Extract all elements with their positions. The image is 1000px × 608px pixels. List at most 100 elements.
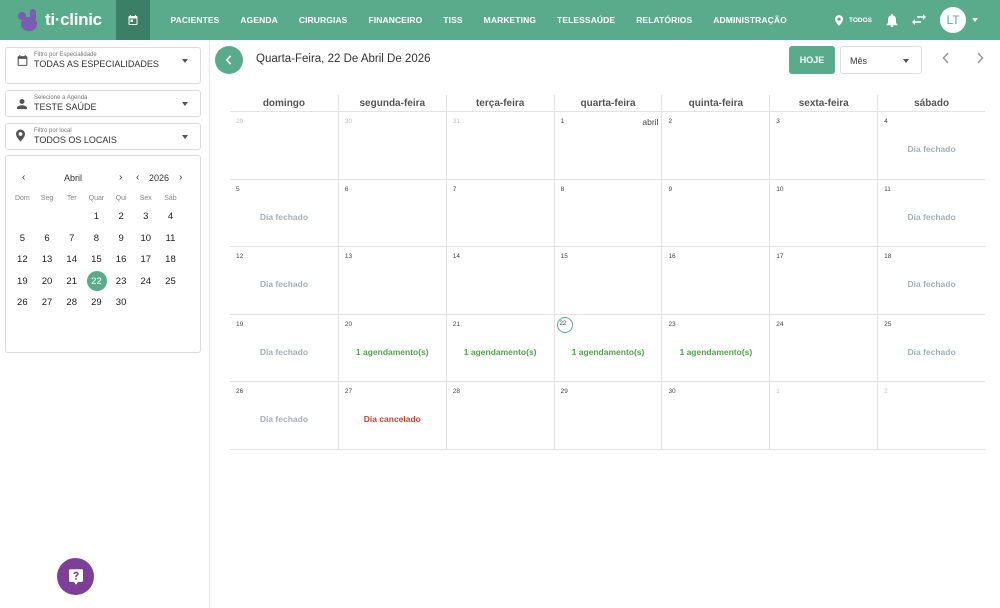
nav-agenda[interactable]: AGENDA [230,15,288,25]
mini-calendar-day[interactable]: 1 [84,206,109,228]
mini-calendar-day[interactable]: 23 [109,271,134,293]
calendar-day-cell[interactable]: 26 Dia fechado [230,382,338,450]
calendar-day-cell[interactable]: 7 [445,179,554,248]
calendar-day-cell[interactable]: 2 [661,112,770,180]
calendar-day-cell[interactable]: 14 [445,247,554,315]
calendar-day-cell[interactable]: 4 Dia fechado [877,112,986,180]
nav-pacientes[interactable]: PACIENTES [160,15,230,25]
user-avatar[interactable]: LT [940,7,966,33]
calendar-day-cell[interactable]: 30 [661,382,770,450]
calendar-day-cell[interactable]: 12 Dia fechado [230,247,338,315]
specialty-filter[interactable]: Filtro por Especialidade TODAS AS ESPECI… [5,47,201,84]
view-mode-select[interactable]: Mês [840,46,922,74]
location-filter[interactable]: TODOS [835,14,872,26]
mini-calendar-day[interactable]: 21 [59,271,84,293]
notifications-button[interactable] [886,13,898,27]
mini-calendar-day[interactable]: 15 [84,249,109,271]
calendar-day-cell[interactable]: 31 [445,112,554,180]
calendar-day-cell[interactable]: 16 [661,247,770,315]
mini-calendar-day[interactable]: 12 [10,249,35,271]
mini-calendar-year[interactable]: 2026 [149,172,169,184]
calendar-day-cell[interactable]: 6 [337,179,446,248]
calendar-day-cell[interactable]: 18 Dia fechado [877,247,986,315]
mini-calendar-day[interactable]: 7 [59,228,84,250]
calendar-day-cell[interactable]: 1 abril [553,112,662,180]
calendar-day-cell[interactable]: 21 1 agendamento(s) [445,314,554,383]
calendar-day-cell[interactable]: 27 Dia cancelado [337,382,446,450]
calendar-day-cell[interactable]: 13 [337,247,446,315]
back-button[interactable] [215,46,243,74]
calendar-day-cell[interactable]: 17 [769,247,878,315]
mini-calendar-day[interactable]: 13 [35,249,60,271]
nav-marketing[interactable]: MARKETING [473,15,546,25]
next-year-icon[interactable]: › [179,172,182,184]
calendar-day-cell[interactable]: 23 1 agendamento(s) [661,314,770,383]
switch-clinic-button[interactable] [912,14,926,26]
mini-calendar-day[interactable]: 19 [10,271,35,293]
appointment-count[interactable]: 1 agendamento(s) [662,347,769,357]
mini-calendar-day[interactable]: 9 [109,228,134,250]
next-month-icon[interactable]: › [119,172,122,184]
nav-cirurgias[interactable]: CIRURGIAS [288,15,358,25]
calendar-day-cell[interactable]: 8 [553,179,662,248]
prev-period-icon[interactable] [942,52,950,67]
mini-calendar-day[interactable]: 4 [158,206,183,228]
user-menu-caret-icon[interactable] [972,18,978,22]
mini-calendar-day[interactable]: 18 [158,249,183,271]
calendar-day-cell[interactable]: 2 [877,382,986,450]
prev-month-icon[interactable]: ‹ [22,172,25,184]
mini-calendar-day[interactable]: 30 [109,292,134,314]
appointment-count[interactable]: 1 agendamento(s) [447,347,554,357]
calendar-day-cell[interactable]: 9 [661,179,770,248]
agenda-select[interactable]: Selecione a Agenda TESTE SAÚDE [5,90,201,117]
calendar-day-cell[interactable]: 11 Dia fechado [877,179,986,248]
appointment-count[interactable]: 1 agendamento(s) [339,347,446,357]
mini-calendar-day[interactable]: 14 [59,249,84,271]
mini-calendar-day[interactable]: 3 [133,206,158,228]
calendar-day-cell[interactable]: 20 1 agendamento(s) [337,314,446,383]
mini-calendar-day[interactable]: 24 [133,271,158,293]
calendar-day-cell[interactable]: 10 [769,179,878,248]
calendar-day-cell[interactable]: 29 [553,382,662,450]
next-period-icon[interactable] [976,52,984,67]
calendar-day-cell[interactable]: 1 [769,382,878,450]
help-button[interactable] [57,558,94,595]
mini-calendar-day[interactable]: 27 [35,292,60,314]
calendar-day-cell[interactable]: 30 [337,112,446,180]
calendar-day-cell-today[interactable]: 22 1 agendamento(s) [553,314,662,383]
mini-calendar-day[interactable]: 2 [109,206,134,228]
mini-calendar-day[interactable]: 25 [158,271,183,293]
mini-calendar-day[interactable]: 17 [133,249,158,271]
today-button[interactable]: HOJE [789,46,835,74]
calendar-day-cell[interactable]: 25 Dia fechado [877,314,986,383]
nav-tiss[interactable]: TISS [433,15,473,25]
mini-calendar-day-selected[interactable]: 22 [84,271,109,293]
brand-logo[interactable]: ti·clinic [0,0,116,40]
calendar-day-cell[interactable]: 5 Dia fechado [230,180,338,248]
mini-calendar-month[interactable]: Abril [64,172,82,184]
calendar-day-cell[interactable]: 15 [553,247,662,315]
mini-calendar-day[interactable]: 6 [35,228,60,250]
nav-financeiro[interactable]: FINANCEIRO [358,15,433,25]
nav-relatorios[interactable]: RELATÓRIOS [626,15,703,25]
calendar-nav-button[interactable] [116,0,150,40]
location-select[interactable]: Filtro por local TODOS OS LOCAIS [5,123,201,150]
calendar-day-cell[interactable]: 24 [769,314,878,383]
appointment-count[interactable]: 1 agendamento(s) [555,347,662,357]
mini-calendar-day[interactable]: 5 [10,228,35,250]
mini-calendar-day[interactable]: 16 [109,249,134,271]
mini-calendar-day[interactable]: 29 [84,292,109,314]
mini-calendar-day[interactable]: 26 [10,292,35,314]
mini-calendar-day[interactable]: 8 [84,228,109,250]
mini-calendar-day[interactable]: 28 [59,292,84,314]
calendar-day-cell[interactable]: 28 [445,382,554,450]
calendar-day-cell[interactable]: 29 [230,112,338,180]
calendar-day-cell[interactable]: 3 [769,112,878,180]
nav-administracao[interactable]: ADMINISTRAÇÃO [703,15,798,25]
mini-calendar-day[interactable]: 11 [158,228,183,250]
mini-calendar-day[interactable]: 20 [35,271,60,293]
calendar-day-cell[interactable]: 19 Dia fechado [230,315,338,383]
nav-telessaude[interactable]: TELESSAÚDE [547,15,626,25]
prev-year-icon[interactable]: ‹ [136,172,139,184]
mini-calendar-day[interactable]: 10 [133,228,158,250]
